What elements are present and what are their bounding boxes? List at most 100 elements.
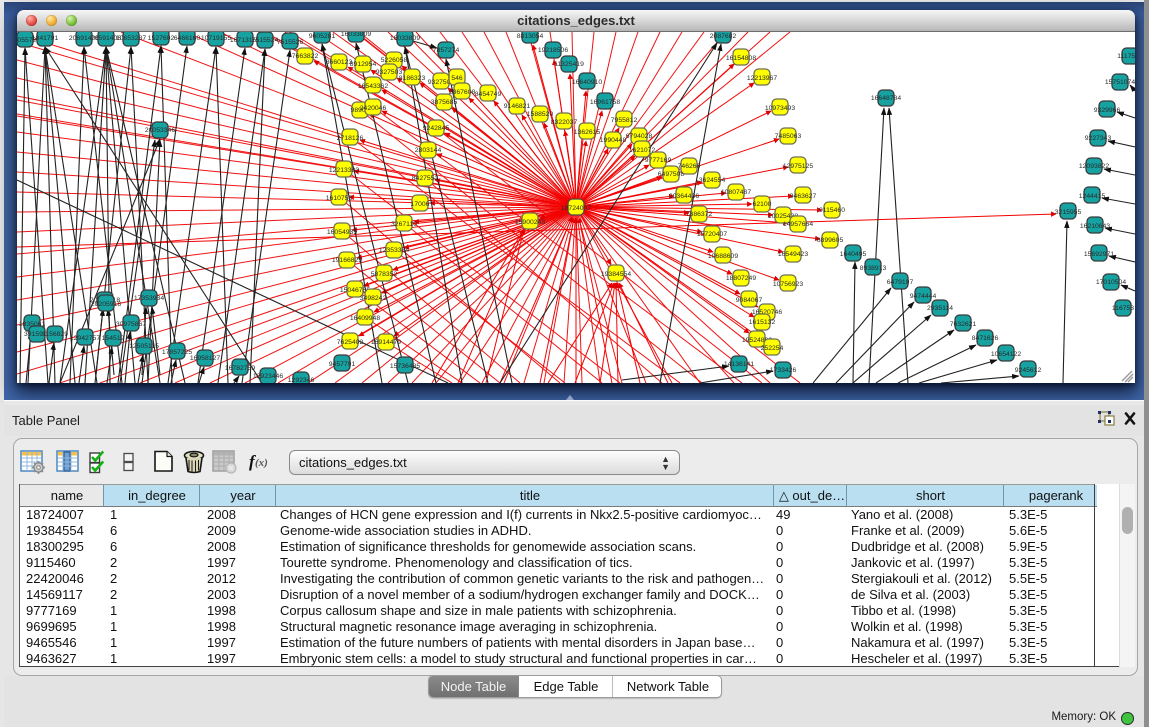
svg-text:1990448: 1990448 (600, 137, 627, 144)
svg-text:2803144: 2803144 (415, 147, 442, 154)
svg-text:2420046: 2420046 (360, 105, 387, 112)
svg-text:12353384: 12353384 (379, 247, 409, 254)
svg-text:9084067: 9084067 (736, 297, 763, 304)
svg-text:1610753: 1610753 (326, 195, 353, 202)
svg-text:1292346: 1292346 (288, 377, 315, 383)
svg-text:1117531: 1117531 (1117, 53, 1135, 60)
svg-text:6794028: 6794028 (626, 133, 653, 140)
svg-text:30975867: 30975867 (116, 321, 146, 328)
svg-text:154519: 154519 (102, 335, 125, 342)
svg-text:20205918: 20205918 (91, 301, 121, 308)
svg-text:1527602: 1527602 (148, 35, 175, 42)
svg-text:3875685: 3875685 (431, 99, 458, 106)
svg-text:16549423: 16549423 (778, 251, 808, 258)
svg-text:5878352: 5878352 (371, 271, 398, 278)
svg-text:19218506: 19218506 (538, 47, 568, 54)
svg-text:7485063: 7485063 (775, 133, 802, 140)
svg-text:1640495: 1640495 (840, 251, 867, 258)
svg-text:546: 546 (451, 75, 463, 82)
svg-text:16640910: 16640910 (572, 79, 602, 86)
svg-text:2718126: 2718126 (337, 135, 364, 142)
svg-text:11325419: 11325419 (554, 61, 584, 68)
svg-text:20053346: 20053346 (145, 127, 175, 134)
svg-text:9777169: 9777169 (645, 157, 672, 164)
svg-text:9463627: 9463627 (790, 193, 817, 200)
svg-text:16033809: 16033809 (341, 32, 371, 38)
svg-text:7632621: 7632621 (950, 321, 977, 328)
svg-text:6899605: 6899605 (817, 237, 844, 244)
svg-text:17010504: 17010504 (1096, 279, 1126, 286)
svg-text:9474444: 9474444 (910, 293, 937, 300)
svg-text:3624554: 3624554 (699, 177, 726, 184)
svg-text:2087682: 2087682 (710, 33, 737, 40)
svg-text:8322037: 8322037 (551, 119, 578, 126)
svg-text:12093822: 12093822 (1079, 163, 1109, 170)
svg-text:15692971: 15692971 (1084, 251, 1114, 258)
svg-text:746266: 746266 (678, 163, 701, 170)
svg-text:10719155: 10719155 (201, 35, 231, 42)
svg-text:9329966: 9329966 (1094, 107, 1121, 114)
svg-text:8186323: 8186323 (399, 75, 426, 82)
svg-text:252254: 252254 (761, 345, 784, 352)
svg-text:8938913: 8938913 (860, 265, 887, 272)
svg-text:1733426: 1733426 (770, 367, 797, 374)
svg-text:3267110: 3267110 (391, 221, 417, 228)
svg-text:9457791: 9457791 (329, 361, 356, 368)
svg-text:7515524: 7515524 (252, 37, 279, 44)
svg-text:15720407: 15720407 (697, 231, 727, 238)
svg-text:1156829: 1156829 (42, 331, 68, 338)
svg-text:3498242: 3498242 (360, 295, 387, 302)
svg-text:8813054: 8813054 (517, 33, 544, 40)
svg-text:8912954: 8912954 (350, 61, 377, 68)
svg-text:5226058: 5226058 (381, 57, 408, 64)
svg-text:15900243: 15900243 (515, 219, 545, 226)
svg-text:62100: 62100 (753, 201, 772, 208)
svg-text:8471626: 8471626 (972, 335, 999, 342)
svg-text:14136141: 14136141 (724, 361, 754, 368)
svg-text:7955812: 7955812 (611, 117, 638, 124)
svg-text:8454749: 8454749 (475, 91, 502, 98)
svg-text:19384554: 19384554 (601, 271, 631, 278)
svg-text:19166825: 19166825 (332, 257, 362, 264)
svg-text:15736485: 15736485 (390, 363, 420, 370)
svg-text:(x): (x) (255, 457, 268, 469)
svg-text:17353934: 17353934 (134, 295, 164, 302)
svg-text:12923446: 12923446 (253, 373, 283, 380)
svg-text:16543362: 16543362 (358, 83, 388, 90)
svg-text:10654122: 10654122 (991, 351, 1021, 358)
svg-text:9242845: 9242845 (423, 125, 450, 132)
svg-text:16782759: 16782759 (225, 365, 255, 372)
svg-text:12213383: 12213383 (329, 167, 359, 174)
svg-text:18724007: 18724007 (561, 205, 591, 212)
svg-text:12505115: 12505115 (129, 343, 159, 350)
svg-text:20364436: 20364436 (669, 193, 699, 200)
svg-text:3215955: 3215955 (1055, 209, 1082, 216)
svg-text:1362615: 1362615 (574, 129, 601, 136)
svg-text:1244415: 1244415 (1079, 193, 1106, 200)
svg-text:9146821: 9146821 (504, 103, 531, 110)
svg-text:10807487: 10807487 (721, 189, 751, 196)
svg-text:10756923: 10756923 (773, 281, 803, 288)
svg-text:2935114: 2935114 (927, 305, 953, 312)
svg-text:1588520: 1588520 (527, 111, 554, 118)
svg-text:7515526: 7515526 (277, 39, 304, 46)
svg-text:17857225: 17857225 (162, 349, 192, 356)
svg-text:16210643: 16210643 (1080, 223, 1110, 230)
svg-text:12213967: 12213967 (747, 75, 777, 82)
svg-text:9245612: 9245612 (1015, 367, 1042, 374)
svg-text:14957664: 14957664 (783, 221, 813, 228)
svg-text:9605281: 9605281 (309, 33, 336, 40)
svg-text:15751074: 15751074 (1105, 79, 1135, 86)
svg-text:16033809: 16033809 (390, 35, 420, 42)
svg-text:10653287: 10653287 (116, 35, 146, 42)
svg-text:8427552: 8427552 (412, 175, 439, 182)
svg-text:12975125: 12975125 (783, 163, 813, 170)
svg-text:16054935: 16054935 (327, 229, 357, 236)
svg-text:7625402: 7625402 (337, 339, 364, 346)
svg-text:7857274: 7857274 (433, 47, 460, 54)
svg-text:7386372: 7386372 (686, 211, 713, 218)
svg-text:6479197: 6479197 (887, 279, 914, 286)
svg-text:2867608: 2867608 (449, 89, 476, 96)
svg-text:16958127: 16958127 (190, 355, 220, 362)
svg-text:1841791: 1841791 (32, 35, 59, 42)
